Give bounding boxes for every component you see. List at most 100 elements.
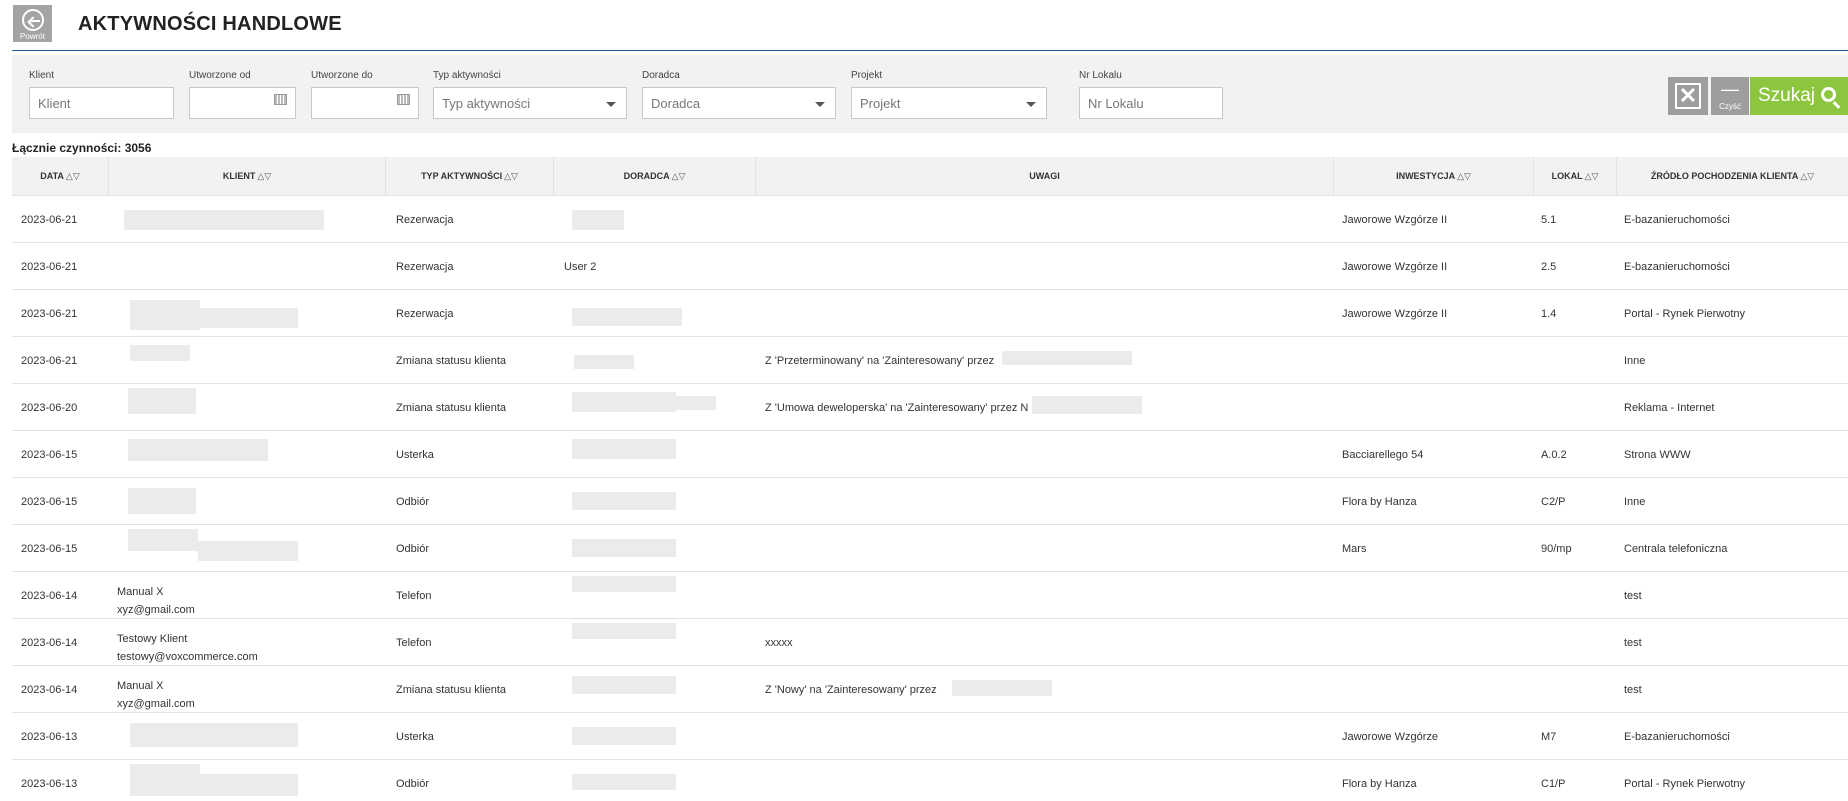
client-name: Manual X	[117, 680, 164, 692]
cell-type: Telefon	[396, 590, 432, 602]
cell-type: Telefon	[396, 637, 432, 649]
redacted-block	[128, 488, 196, 514]
table-row[interactable]: 2023-06-21 Zmiana statusu klienta Z 'Przet…	[12, 337, 1848, 384]
klient-input[interactable]: Klient	[29, 87, 174, 119]
cell-date: 2023-06-14	[21, 684, 78, 696]
column-header-data[interactable]: DATA △▽	[12, 157, 109, 196]
table-row[interactable]: 2023-06-15 Odbiór Mars 90/mp Centrala telefo…	[12, 525, 1848, 572]
cell-notes: Z 'Nowy' na 'Zainteresowany' przez	[765, 684, 937, 696]
cell-notes: xxxxx	[765, 637, 793, 649]
export-excel-button[interactable]: ✕	[1668, 77, 1708, 115]
sort-icon[interactable]: △▽	[672, 171, 686, 181]
sort-icon[interactable]: △▽	[66, 171, 80, 181]
projekt-select[interactable]: Projekt	[851, 87, 1047, 119]
redacted-block	[130, 764, 200, 796]
cell-advisor: User 2	[564, 261, 597, 273]
cell-date: 2023-06-21	[21, 355, 78, 367]
column-header-uwagi: UWAGI	[756, 157, 1334, 196]
nr-lokalu-input[interactable]: Nr Lokalu	[1079, 87, 1223, 119]
redacted-block	[130, 300, 200, 330]
redacted-block	[676, 396, 716, 410]
table-row[interactable]: 2023-06-15 Odbiór Flora by Hanza C2/P Inne	[12, 478, 1848, 525]
sort-icon[interactable]: △▽	[1585, 171, 1599, 181]
cell-source: Reklama - Internet	[1624, 402, 1715, 414]
table-row[interactable]: 2023-06-21 Rezerwacja Jaworowe Wzgórze II 1…	[12, 290, 1848, 337]
cell-source: Centrala telefoniczna	[1624, 543, 1728, 555]
utworzone-od-input[interactable]	[189, 87, 296, 119]
column-header-inwestycja[interactable]: INWESTYCJA △▽	[1334, 157, 1534, 196]
cell-unit: 5.1	[1541, 214, 1557, 226]
column-header-zrodlo[interactable]: ŹRÓDŁO POCHODZENIA KLIENTA △▽	[1617, 157, 1848, 196]
projekt-placeholder: Projekt	[860, 96, 901, 111]
column-header-doradca[interactable]: DORADCA △▽	[554, 157, 756, 196]
table-body: 2023-06-21 Rezerwacja Jaworowe Wzgórze II 5…	[12, 196, 1848, 801]
column-header-typ[interactable]: TYP AKTYWNOŚCI △▽	[386, 157, 554, 196]
filter-utworzone-do-label: Utworzone do	[311, 70, 373, 81]
redacted-block	[572, 774, 676, 790]
cell-type: Odbiór	[396, 778, 430, 790]
table-row[interactable]: 2023-06-14 Testowy Klient testowy@voxcomme…	[12, 619, 1848, 666]
cell-unit: M7	[1541, 731, 1557, 743]
sort-icon[interactable]: △▽	[257, 171, 271, 181]
utworzone-do-input[interactable]	[311, 87, 419, 119]
cell-source: Inne	[1624, 355, 1646, 367]
cell-source: test	[1624, 684, 1642, 696]
chevron-down-icon	[1026, 102, 1036, 107]
table-row[interactable]: 2023-06-15 Usterka Bacciarellego 54 A.0.2 St…	[12, 431, 1848, 478]
calendar-icon[interactable]	[274, 94, 287, 105]
column-header-data-label: DATA	[40, 171, 64, 181]
cell-unit: C1/P	[1541, 778, 1566, 790]
sort-icon[interactable]: △▽	[1800, 171, 1814, 181]
table-row[interactable]: 2023-06-21 Rezerwacja User 2 Jaworowe Wzgór…	[12, 243, 1848, 290]
cell-type: Odbiór	[396, 496, 430, 508]
cell-date: 2023-06-15	[21, 496, 78, 508]
cell-client[interactable]: Testowy Klient testowy@voxcommerce.com	[117, 630, 258, 666]
filter-utworzone-od: Utworzone od	[189, 70, 296, 119]
filter-bar: Klient Klient Utworzone od Utworzone do …	[12, 55, 1848, 133]
redacted-block	[1002, 351, 1132, 365]
cell-type: Rezerwacja	[396, 261, 454, 273]
cell-investment: Jaworowe Wzgórze II	[1342, 214, 1448, 226]
redacted-block	[574, 355, 634, 369]
redacted-block	[130, 345, 190, 361]
cell-source: test	[1624, 637, 1642, 649]
column-header-inwestycja-label: INWESTYCJA	[1396, 171, 1456, 181]
back-button[interactable]: Powrót	[13, 5, 52, 42]
cell-client[interactable]: Manual X xyz@gmail.com	[117, 583, 195, 619]
cell-date: 2023-06-15	[21, 449, 78, 461]
clear-button[interactable]: — Czyść	[1711, 77, 1749, 115]
search-button[interactable]: Szukaj	[1750, 77, 1848, 115]
table-row[interactable]: 2023-06-14 Manual X xyz@gmail.com Telefon te…	[12, 572, 1848, 619]
redacted-block	[128, 439, 268, 461]
table-row[interactable]: 2023-06-13 Odbiór Flora by Hanza C1/P Portal…	[12, 760, 1848, 801]
sort-icon[interactable]: △▽	[1457, 171, 1471, 181]
table-row[interactable]: 2023-06-14 Manual X xyz@gmail.com Zmiana st…	[12, 666, 1848, 713]
excel-icon: ✕	[1675, 83, 1701, 109]
cell-type: Usterka	[396, 449, 434, 461]
typ-aktywnosci-select[interactable]: Typ aktywności	[433, 87, 627, 119]
filter-nr-lokalu-label: Nr Lokalu	[1079, 70, 1122, 81]
cell-source: Portal - Rynek Pierwotny	[1624, 778, 1746, 790]
sort-icon[interactable]: △▽	[504, 171, 518, 181]
cell-client[interactable]: Manual X xyz@gmail.com	[117, 677, 195, 713]
column-header-klient[interactable]: KLIENT △▽	[109, 157, 386, 196]
cell-notes: Z 'Umowa deweloperska' na 'Zainteresowan…	[765, 402, 1029, 414]
cell-type: Zmiana statusu klienta	[396, 684, 507, 696]
cell-source: E-bazanieruchomości	[1624, 214, 1730, 226]
cell-type: Odbiór	[396, 543, 430, 555]
activities-table: DATA △▽ KLIENT △▽ TYP AKTYWNOŚCI △▽ DORADCA…	[12, 157, 1848, 801]
filter-doradca: Doradca Doradca	[642, 70, 836, 119]
redacted-block	[572, 210, 624, 230]
table-row[interactable]: 2023-06-21 Rezerwacja Jaworowe Wzgórze II 5…	[12, 196, 1848, 243]
doradca-select[interactable]: Doradca	[642, 87, 836, 119]
table-row[interactable]: 2023-06-13 Usterka Jaworowe Wzgórze M7 E-baz…	[12, 713, 1848, 760]
calendar-icon[interactable]	[397, 94, 410, 105]
redacted-block	[572, 727, 676, 745]
column-header-lokal[interactable]: LOKAL △▽	[1534, 157, 1617, 196]
table-row[interactable]: 2023-06-20 Zmiana statusu klienta Z 'Umowa…	[12, 384, 1848, 431]
doradca-placeholder: Doradca	[651, 96, 701, 111]
cell-source: Portal - Rynek Pierwotny	[1624, 308, 1746, 320]
filter-doradca-label: Doradca	[642, 70, 680, 81]
redacted-block	[572, 492, 676, 510]
chevron-down-icon	[606, 102, 616, 107]
